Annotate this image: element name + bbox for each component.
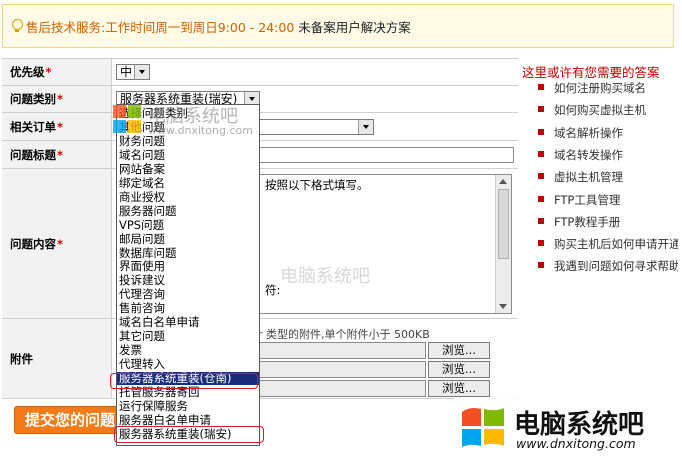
help-link[interactable]: FTP教程手册: [538, 214, 678, 230]
notice-prefix: 售后技术服务:: [26, 19, 106, 35]
help-title: 这里或许有您需要的答案: [522, 65, 660, 80]
dropdown-option[interactable]: 域名问题: [117, 148, 259, 162]
category-row: 问题类别 * 服务器系统重装(瑞安): [2, 86, 518, 113]
ticket-form: 优先级* 中 问题类别* 服务器系统重装(瑞安) 相关订单* 问题标题*: [2, 58, 518, 399]
attachment-hint: r 类型的附件,单个附件小于 500KB: [258, 328, 430, 341]
watermark-text-faint: 电脑系统吧: [280, 266, 370, 287]
dropdown-option[interactable]: 服务器白名单申请: [117, 413, 259, 427]
highlight-circle: [114, 426, 264, 443]
category-dropdown-list[interactable]: 选择问题类别 其他问题 财务问题 域名问题 网站备案 绑定域名 商业授权 服务器问题 VPS问题…: [116, 104, 260, 446]
dropdown-option[interactable]: 邮局问题: [117, 232, 259, 246]
attachment-label: 附件: [2, 319, 112, 398]
order-row: 相关订单 *: [2, 113, 518, 141]
title-row: 问题标题 *: [2, 141, 518, 169]
content-row: 问题内容 * 按照以下格式填写。 符:: [2, 169, 518, 319]
help-link[interactable]: 如何购买虚拟主机: [538, 102, 678, 118]
title-label: 问题标题 *: [2, 141, 112, 168]
help-link[interactable]: 我遇到问题如何寻求帮助: [538, 258, 678, 274]
arrow-up-icon[interactable]: [499, 179, 507, 184]
dropdown-option[interactable]: VPS问题: [117, 218, 259, 232]
dropdown-option[interactable]: 商业授权: [117, 190, 259, 204]
dropdown-option[interactable]: 运行保障服务: [117, 399, 259, 413]
scrollbar-thumb[interactable]: [498, 189, 509, 259]
help-link[interactable]: 如何注册购买域名: [538, 80, 678, 96]
dropdown-option[interactable]: 代理咨询: [117, 288, 259, 301]
dropdown-option[interactable]: 域名白名单申请: [117, 316, 259, 329]
priority-row: 优先级 * 中: [2, 59, 518, 86]
notice-bar: 售后技术服务:工作时间周一到周日9:00 - 24:00 未备案用户解决方案: [2, 4, 674, 48]
dropdown-option[interactable]: 服务器问题: [117, 204, 259, 218]
dropdown-option[interactable]: 代理转入: [117, 358, 259, 371]
notice-link[interactable]: 未备案用户解决方案: [298, 20, 411, 35]
browse-button-2[interactable]: 浏览...: [428, 361, 490, 378]
category-label: 问题类别 *: [2, 86, 112, 112]
order-label: 相关订单 *: [2, 113, 112, 140]
priority-label: 优先级 *: [2, 59, 112, 85]
chevron-down-icon: [134, 65, 149, 79]
dropdown-option[interactable]: 界面使用: [117, 260, 259, 273]
dropdown-option[interactable]: 投诉建议: [117, 274, 259, 287]
highlight-circle: [110, 373, 258, 389]
submit-button[interactable]: 提交您的问题: [14, 406, 124, 434]
dropdown-option[interactable]: 发票: [117, 344, 259, 357]
priority-select[interactable]: 中: [116, 64, 150, 80]
browse-button-3[interactable]: 浏览...: [428, 380, 490, 397]
chevron-down-icon: [358, 120, 373, 134]
dropdown-option[interactable]: 网站备案: [117, 162, 259, 176]
dropdown-option[interactable]: 财务问题: [117, 134, 259, 148]
help-link[interactable]: 购买主机后如何申请开通: [538, 236, 678, 252]
notice-text: 售后技术服务:工作时间周一到周日9:00 - 24:00 未备案用户解决方案: [26, 17, 411, 36]
watermark-bottom: 电脑系统吧 www.dnxitong.com: [454, 398, 682, 456]
dropdown-option[interactable]: 售前咨询: [117, 302, 259, 315]
dropdown-option[interactable]: 其他问题: [117, 120, 259, 134]
help-link[interactable]: 域名转发操作: [538, 147, 678, 163]
arrow-down-icon[interactable]: [499, 304, 507, 309]
dropdown-option[interactable]: 其它问题: [117, 330, 259, 343]
help-link[interactable]: FTP工具管理: [538, 192, 678, 208]
windows-logo-icon: [462, 408, 504, 447]
content-label: 问题内容 *: [2, 169, 112, 318]
dropdown-option[interactable]: 选择问题类别: [117, 107, 259, 120]
textarea-scrollbar[interactable]: [495, 175, 511, 313]
notice-hours: 工作时间周一到周日9:00 - 24:00: [105, 19, 295, 35]
dropdown-option[interactable]: 数据库问题: [117, 246, 259, 260]
help-link[interactable]: 域名解析操作: [538, 125, 678, 141]
watermark-url: www.dnxitong.com: [516, 436, 636, 451]
help-link[interactable]: 虚拟主机管理: [538, 169, 678, 185]
dropdown-option[interactable]: 绑定域名: [117, 176, 259, 190]
browse-button-1[interactable]: 浏览...: [428, 342, 490, 359]
lightbulb-icon: [11, 19, 23, 33]
attachment-row: 附件 r 类型的附件,单个附件小于 500KB 浏览... 浏览... 浏览..…: [2, 319, 518, 399]
